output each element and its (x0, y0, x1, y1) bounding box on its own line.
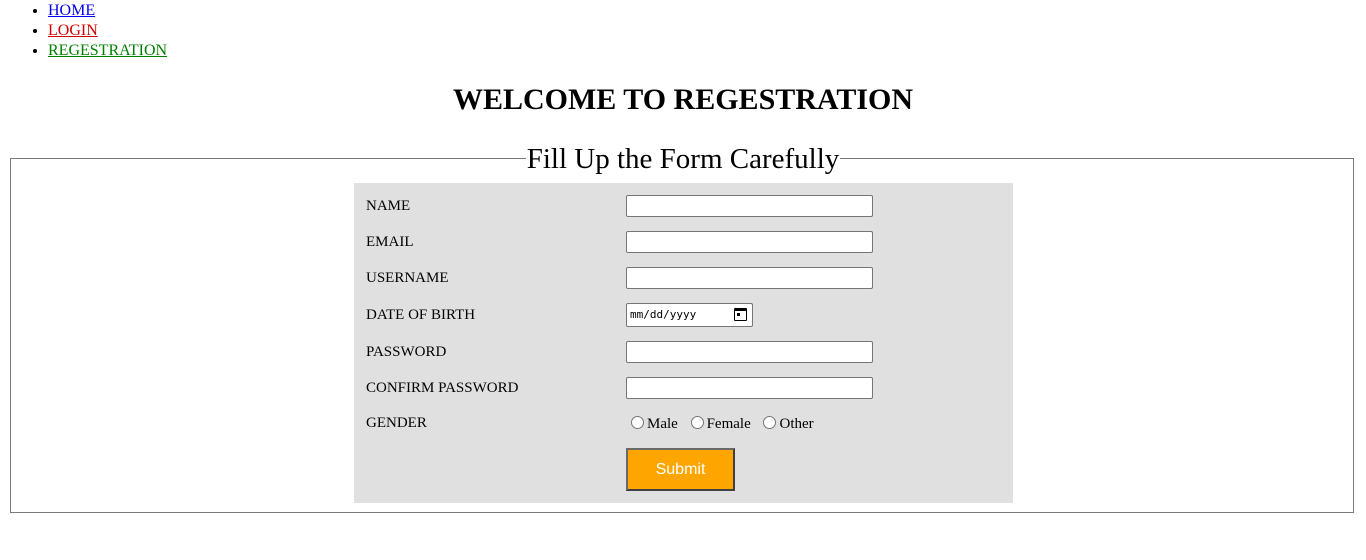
page-title: WELCOME TO REGESTRATION (452, 83, 914, 116)
nav-item-home: HOME (48, 1, 167, 21)
gender-option-female: Female (706, 416, 751, 432)
gender-option-male: Male (647, 416, 678, 432)
gender-option-other: Other (779, 416, 814, 432)
nav-item-login: LOGIN (48, 21, 167, 41)
username-input[interactable] (626, 267, 873, 289)
confirm-password-input[interactable] (626, 377, 873, 399)
nav-item-registration: REGESTRATION (48, 41, 167, 61)
name-label: NAME (366, 198, 411, 214)
nav-link-login[interactable]: LOGIN (48, 22, 98, 39)
password-label: PASSWORD (366, 344, 447, 360)
top-nav: HOME LOGIN REGESTRATION (28, 1, 167, 61)
password-input[interactable] (626, 341, 873, 363)
email-label: EMAIL (366, 234, 414, 250)
registration-form: NAME EMAIL USERNAME DATE OF BIRTH mm/dd/… (354, 183, 1013, 503)
dob-label: DATE OF BIRTH (366, 307, 476, 323)
gender-label: GENDER (366, 415, 427, 431)
fieldset-legend-text: Fill Up the Form Carefully (525, 143, 841, 175)
name-input[interactable] (626, 195, 873, 217)
dob-placeholder: mm/dd/yyyy (630, 308, 697, 321)
calendar-icon[interactable] (734, 308, 747, 321)
gender-radio-other[interactable] (763, 416, 777, 429)
fieldset-legend: Fill Up the Form Carefully (0, 142, 1366, 176)
gender-radio-female[interactable] (690, 416, 704, 429)
email-input[interactable] (626, 231, 873, 253)
dob-input[interactable]: mm/dd/yyyy (626, 303, 753, 327)
username-label: USERNAME (366, 270, 449, 286)
gender-radio-male[interactable] (631, 416, 644, 429)
nav-link-home[interactable]: HOME (48, 2, 95, 19)
gender-radio-group: Male Female Other (631, 415, 823, 433)
nav-link-registration[interactable]: REGESTRATION (48, 42, 167, 59)
confirm-password-label: CONFIRM PASSWORD (366, 380, 519, 396)
submit-button[interactable]: Submit (626, 448, 735, 491)
